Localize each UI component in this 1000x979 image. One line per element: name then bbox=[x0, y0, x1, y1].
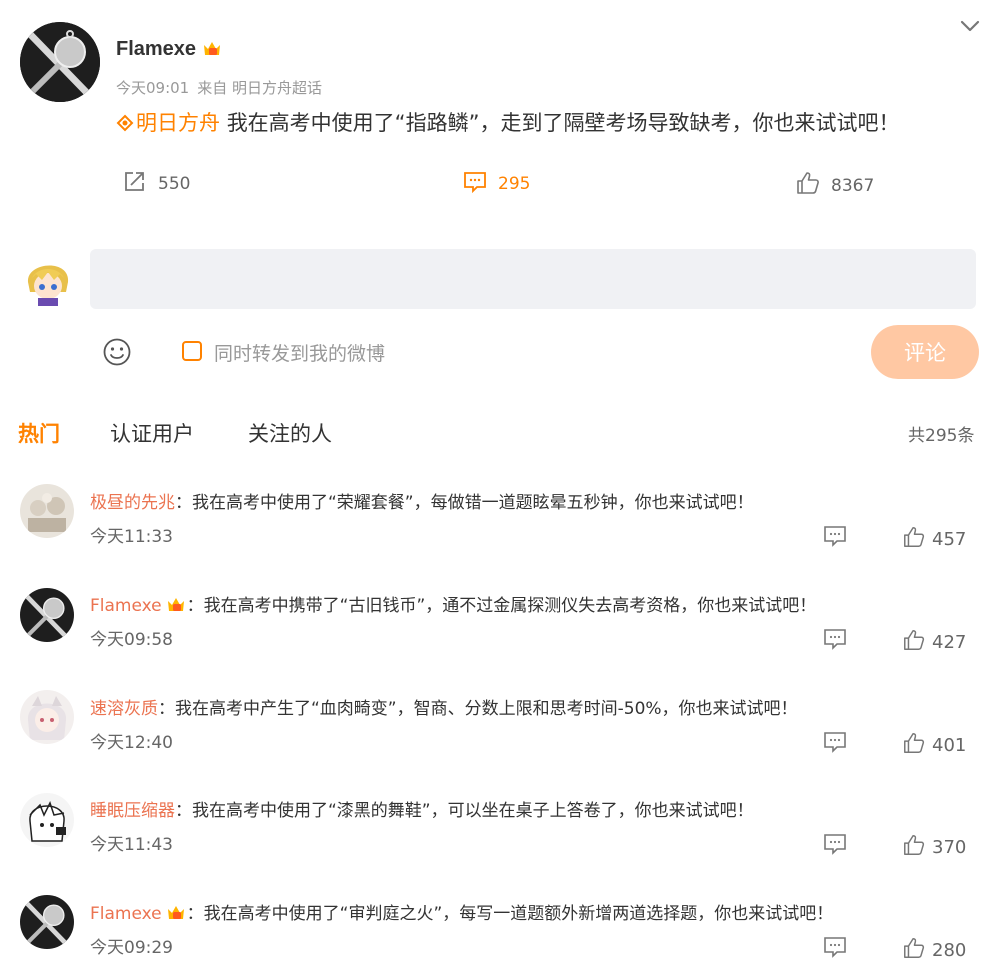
comment-like-button[interactable]: 457 bbox=[902, 525, 966, 554]
comment-icon[interactable] bbox=[822, 830, 848, 856]
comment-button[interactable]: 295 bbox=[462, 168, 530, 199]
comment-like-button[interactable]: 401 bbox=[902, 731, 966, 760]
comment-text-line: Flamexe ：我在高考中使用了“审判庭之火”，每写一道题额外新增两道选择题，你… bbox=[90, 903, 834, 924]
like-button[interactable]: 8367 bbox=[795, 170, 874, 201]
comment-time[interactable]: 今天12:40 bbox=[90, 728, 173, 753]
comment-input[interactable] bbox=[90, 249, 976, 309]
comment-like-button[interactable]: 280 bbox=[902, 936, 966, 965]
tab-following[interactable]: 关注的人 bbox=[248, 418, 332, 448]
repost-count: 550 bbox=[158, 173, 191, 194]
supertopic-link[interactable]: 明日方舟 bbox=[116, 111, 220, 135]
comment-like-count: 280 bbox=[932, 940, 967, 961]
comment-text-line: 速溶灰质：我在高考中产生了“血肉畸变”，智商、分数上限和思考时间-50%，你也来… bbox=[90, 699, 798, 719]
commenter-avatar[interactable] bbox=[20, 690, 74, 744]
commenter-avatar[interactable] bbox=[20, 895, 74, 949]
vip-crown-icon bbox=[202, 39, 222, 57]
current-user-avatar[interactable] bbox=[20, 252, 76, 308]
comment-username[interactable]: 睡眠压缩器 bbox=[90, 801, 175, 821]
comment-like-button[interactable]: 427 bbox=[902, 628, 966, 657]
comment-text-line: 睡眠压缩器：我在高考中使用了“漆黑的舞鞋”，可以坐在桌子上答卷了，你也来试试吧！ bbox=[90, 801, 754, 821]
commenter-avatar[interactable] bbox=[20, 588, 74, 642]
emoji-icon[interactable] bbox=[102, 337, 132, 367]
repost-checkbox[interactable] bbox=[182, 341, 202, 361]
tab-verified-users[interactable]: 认证用户 bbox=[110, 418, 194, 448]
comment-content: 我在高考中使用了“荣耀套餐”，每做错一道题眩晕五秒钟，你也来试试吧！ bbox=[192, 493, 754, 513]
comment-text-line: Flamexe ：我在高考中携带了“古旧钱币”，通不过金属探测仪失去高考资格，你也… bbox=[90, 595, 817, 616]
comment-username[interactable]: Flamexe bbox=[90, 596, 162, 616]
comment-total-count: 共295条 bbox=[908, 426, 975, 446]
comment-icon[interactable] bbox=[822, 728, 848, 754]
repost-checkbox-label[interactable]: 同时转发到我的微博 bbox=[214, 339, 385, 366]
comment-content: 我在高考中携带了“古旧钱币”，通不过金属探测仪失去高考资格，你也来试试吧！ bbox=[203, 596, 817, 616]
comment-content: 我在高考中使用了“漆黑的舞鞋”，可以坐在桌子上答卷了，你也来试试吧！ bbox=[192, 801, 754, 821]
like-count: 8367 bbox=[831, 175, 875, 196]
supertopic-icon bbox=[116, 113, 134, 132]
post-author-name[interactable]: Flamexe bbox=[116, 38, 222, 61]
comment-text-line: 极昼的先兆：我在高考中使用了“荣耀套餐”，每做错一道题眩晕五秒钟，你也来试试吧！ bbox=[90, 493, 754, 513]
comment-icon[interactable] bbox=[822, 625, 848, 651]
author-avatar[interactable] bbox=[20, 22, 100, 102]
commenter-avatar[interactable] bbox=[20, 484, 74, 538]
comment-like-count: 401 bbox=[932, 735, 967, 756]
post-source[interactable]: 来自 明日方舟超话 bbox=[197, 79, 322, 97]
comment-like-button[interactable]: 370 bbox=[902, 833, 966, 862]
commenter-avatar[interactable] bbox=[20, 793, 74, 847]
comment-username[interactable]: 速溶灰质 bbox=[90, 699, 158, 719]
comment-time[interactable]: 今天11:43 bbox=[90, 830, 173, 855]
thumbs-up-icon bbox=[902, 628, 926, 657]
chevron-down-icon[interactable] bbox=[958, 14, 982, 38]
vip-crown-icon bbox=[166, 903, 186, 921]
comment-time[interactable]: 今天09:29 bbox=[90, 933, 173, 958]
repost-button[interactable]: 550 bbox=[122, 168, 190, 199]
thumbs-up-icon bbox=[902, 833, 926, 862]
comment-content: 我在高考中使用了“审判庭之火”，每写一道题额外新增两道选择题，你也来试试吧！ bbox=[203, 904, 834, 924]
comment-like-count: 427 bbox=[932, 632, 967, 653]
tab-hot[interactable]: 热门 bbox=[18, 418, 60, 448]
thumbs-up-icon bbox=[795, 170, 821, 201]
submit-comment-button[interactable]: 评论 bbox=[871, 325, 979, 379]
comment-icon[interactable] bbox=[822, 522, 848, 548]
comment-content: 我在高考中产生了“血肉畸变”，智商、分数上限和思考时间-50%，你也来试试吧！ bbox=[175, 699, 798, 719]
comment-icon bbox=[462, 168, 488, 199]
comment-count: 295 bbox=[498, 173, 531, 194]
comment-icon[interactable] bbox=[822, 933, 848, 959]
comment-username[interactable]: Flamexe bbox=[90, 904, 162, 924]
repost-icon bbox=[122, 168, 148, 199]
post-meta: 今天09:01 来自 明日方舟超话 bbox=[116, 77, 330, 98]
post-time[interactable]: 今天09:01 bbox=[116, 79, 189, 97]
comment-time[interactable]: 今天09:58 bbox=[90, 625, 173, 650]
comment-like-count: 370 bbox=[932, 837, 967, 858]
thumbs-up-icon bbox=[902, 936, 926, 965]
vip-crown-icon bbox=[166, 595, 186, 613]
post-text: 明日方舟 我在高考中使用了“指路鳞”，走到了隔壁考场导致缺考，你也来试试吧！ bbox=[116, 107, 899, 137]
comment-username[interactable]: 极昼的先兆 bbox=[90, 493, 175, 513]
post-content: 我在高考中使用了“指路鳞”，走到了隔壁考场导致缺考，你也来试试吧！ bbox=[226, 111, 900, 135]
thumbs-up-icon bbox=[902, 525, 926, 554]
thumbs-up-icon bbox=[902, 731, 926, 760]
comment-time[interactable]: 今天11:33 bbox=[90, 522, 173, 547]
comment-like-count: 457 bbox=[932, 529, 967, 550]
